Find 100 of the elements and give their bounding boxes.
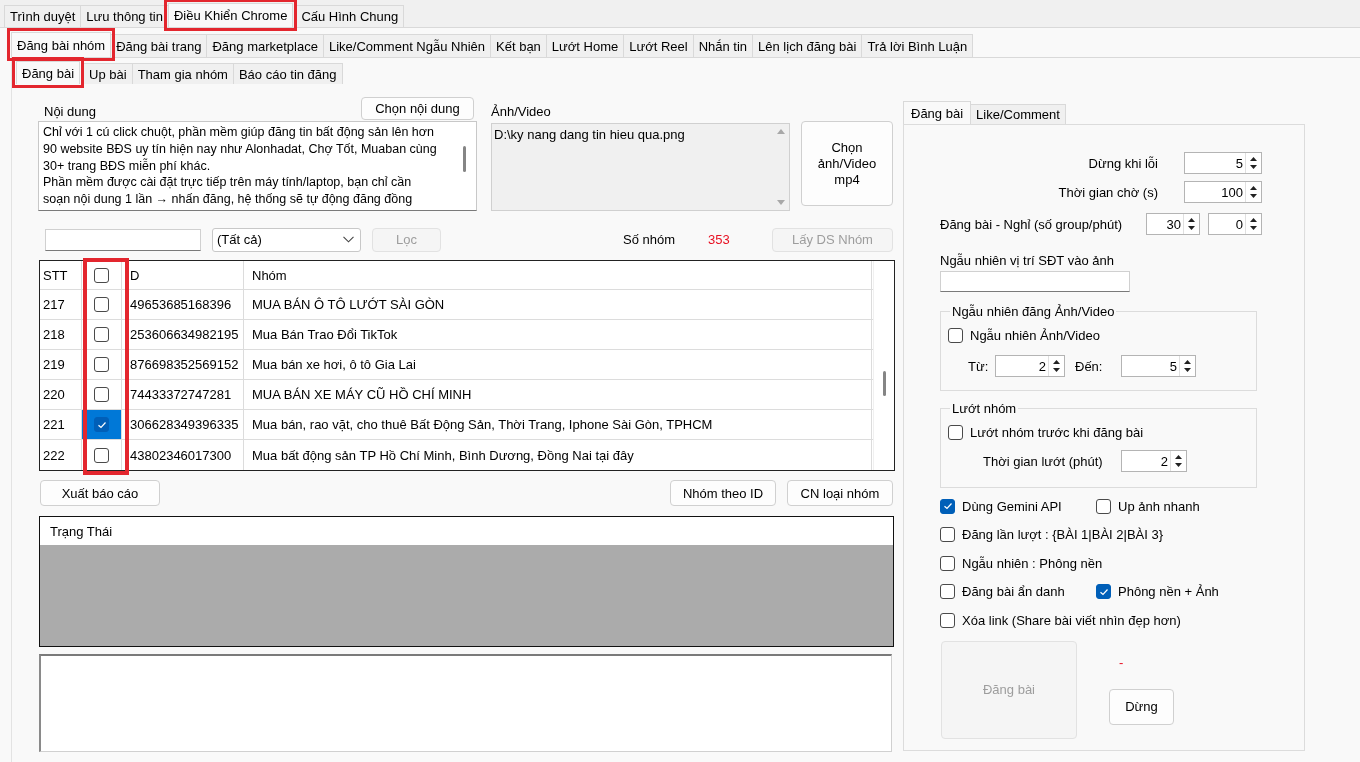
choose-content-button[interactable]: Chọn nội dung	[361, 97, 474, 120]
column-header: Nhóm	[244, 261, 872, 289]
table-cell: MUA BÁN XE MÁY CŨ HỒ CHÍ MINH	[244, 380, 872, 409]
checkbox[interactable]: Ngẫu nhiên : Phông nền	[940, 555, 1103, 571]
table-cell: 74433372747281	[122, 380, 244, 409]
down-arrow-icon[interactable]	[1053, 368, 1060, 372]
up-arrow-icon[interactable]	[1250, 218, 1257, 222]
number-field[interactable]: 100	[1184, 181, 1262, 203]
log-textarea[interactable]	[39, 654, 892, 752]
down-arrow-icon[interactable]	[1250, 226, 1257, 230]
field-label: Đến:	[1075, 358, 1104, 374]
checkbox-icon[interactable]	[940, 527, 955, 543]
group-by-id-button[interactable]: Nhóm theo ID	[670, 480, 776, 506]
choose-media-button[interactable]: Chọn ảnh/Video mp4	[801, 121, 893, 206]
down-arrow-icon[interactable]	[1250, 194, 1257, 198]
checkbox-icon[interactable]	[94, 297, 109, 312]
column-header: D	[122, 261, 244, 289]
tab[interactable]: Up bài	[83, 63, 133, 84]
checkbox-icon[interactable]	[948, 425, 963, 440]
table-cell: Mua Bán Trao Đổi TikTok	[244, 320, 872, 349]
category-dropdown[interactable]: (Tất cả)	[212, 227, 361, 252]
table-cell: Mua bán, rao vặt, cho thuê Bất Động Sản, Thời Trang, Iphone Sài Gòn, TPHCM	[244, 410, 872, 439]
checkbox-icon[interactable]	[948, 328, 963, 343]
table-cell: 222	[40, 440, 82, 470]
tab[interactable]: Kết bạn	[490, 34, 547, 57]
up-arrow-icon[interactable]	[1175, 455, 1182, 459]
tab[interactable]: Nhắn tin	[692, 34, 754, 57]
tab[interactable]: Cấu Hình Chung	[295, 5, 405, 27]
table-cell: 49653685168396	[122, 290, 244, 319]
down-arrow-icon[interactable]	[1188, 226, 1195, 230]
checkbox-icon[interactable]	[94, 327, 109, 342]
checkbox[interactable]: Ngẫu nhiên Ảnh/Video	[948, 328, 1256, 343]
field-label: Nội dung	[43, 104, 97, 121]
text-field[interactable]	[45, 228, 201, 251]
table-cell: 306628349396335	[122, 410, 244, 439]
up-arrow-icon[interactable]	[1053, 360, 1060, 364]
checkbox[interactable]: Up ảnh nhanh	[1096, 498, 1200, 514]
field-label: Ngẫu nhiên vị trí SĐT vào ảnh	[940, 253, 1115, 268]
checkbox-icon[interactable]	[94, 267, 109, 283]
checkbox-icon[interactable]	[94, 357, 109, 372]
list-item[interactable]: D:\ky nang dang tin hieu qua.png	[494, 127, 770, 142]
table-cell: 876698352569152	[122, 350, 244, 379]
checkbox[interactable]: Đăng bài ẩn danh	[940, 584, 1096, 600]
tab[interactable]: Like/Comment Ngẫu Nhiên	[322, 34, 492, 57]
export-report-button[interactable]: Xuất báo cáo	[40, 480, 160, 506]
tab[interactable]: Báo cáo tin đăng	[232, 63, 343, 84]
field-label: Thời gian lướt (phút)	[983, 453, 1104, 469]
checkbox-icon[interactable]	[940, 612, 955, 628]
checkbox[interactable]: Lướt nhóm trước khi đăng bài	[948, 425, 1256, 440]
group-title: Ngẫu nhiên đăng Ảnh/Video	[951, 304, 1116, 319]
up-arrow-icon[interactable]	[1250, 186, 1257, 190]
number-field[interactable]: 5	[1121, 355, 1196, 377]
tab[interactable]: Tham gia nhóm	[131, 63, 234, 84]
number-field[interactable]: 2	[1121, 450, 1187, 472]
table-cell: 217	[40, 290, 82, 319]
tab[interactable]: Lên lịch đăng bài	[752, 34, 863, 57]
column-header: Trạng Thái	[40, 517, 893, 545]
checkbox-icon[interactable]	[94, 417, 109, 432]
checkbox[interactable]: Đăng lần lượt : {BÀI 1|BÀI 2|BÀI 3}	[940, 527, 1164, 543]
tab[interactable]: Lướt Reel	[623, 34, 694, 57]
checkbox-icon[interactable]	[94, 447, 109, 463]
checkbox-icon[interactable]	[94, 387, 109, 402]
tab[interactable]: Đăng bài	[903, 101, 972, 124]
checkbox-icon[interactable]	[1096, 498, 1111, 514]
tab[interactable]: Đăng marketplace	[206, 34, 324, 57]
status-list[interactable]: Trạng Thái	[39, 516, 894, 647]
number-field[interactable]: 5	[1184, 152, 1262, 174]
down-arrow-icon[interactable]	[1175, 463, 1182, 467]
column-header: STT	[40, 261, 82, 289]
field-label: Đăng bài - Nghỉ (số group/phút)	[940, 216, 1124, 232]
checkbox-icon[interactable]	[940, 498, 955, 514]
checkbox-icon[interactable]	[940, 555, 955, 571]
tab[interactable]: Trả lời Bình Luận	[861, 34, 974, 57]
number-field[interactable]: 30	[1146, 213, 1200, 235]
tab[interactable]: Lưu thông tin	[80, 5, 169, 27]
tab[interactable]: Like/Comment	[970, 104, 1066, 124]
stop-button[interactable]: Dừng	[1109, 688, 1174, 725]
checkbox[interactable]: Phông nền + Ảnh	[1096, 584, 1219, 600]
tab[interactable]: Lướt Home	[545, 34, 625, 57]
table-cell[interactable]	[82, 410, 122, 439]
content-textarea[interactable]: Chỉ với 1 cú click chuột, phần mềm giúp đăng tin bất động sản lên hơn 90 website BĐS uy tín hiện nay như Alonhadat, Chợ Tốt, Muaban cùng 30+ trang BĐS miễn phí khác. Phần mềm được cài đặt trực tiếp trên máy tính/laptop, bạn chỉ cần soạn nội dung 1 lần → nhấn đăng, hệ thống sẽ tự động đăng đồng	[38, 121, 477, 211]
tab[interactable]: Đăng bài trang	[110, 34, 208, 57]
up-arrow-icon[interactable]	[1184, 360, 1191, 364]
checkbox-icon[interactable]	[940, 584, 955, 600]
number-field[interactable]: 0	[1208, 213, 1262, 235]
field-label: Thời gian chờ (s)	[1058, 184, 1158, 200]
checkbox[interactable]: Xóa link (Share bài viết nhìn đẹp hơn)	[940, 612, 1181, 628]
down-arrow-icon[interactable]	[1184, 368, 1191, 372]
table-cell: 219	[40, 350, 82, 379]
number-field[interactable]: 2	[995, 355, 1065, 377]
up-arrow-icon[interactable]	[1188, 218, 1195, 222]
checkbox-icon[interactable]	[1096, 584, 1111, 600]
update-group-type-button[interactable]: CN loại nhóm	[787, 480, 893, 506]
media-list[interactable]: D:\ky nang dang tin hieu qua.png	[491, 123, 790, 211]
up-arrow-icon[interactable]	[1250, 157, 1257, 161]
checkbox[interactable]: Dùng Gemini API	[940, 498, 1096, 514]
down-arrow-icon[interactable]	[1250, 165, 1257, 169]
tab[interactable]: Trình duyệt	[4, 5, 82, 27]
text-field[interactable]	[940, 271, 1130, 292]
table-cell: Mua bất động sản TP Hồ Chí Minh, Bình Dương, Đồng Nai tại đây	[244, 440, 872, 470]
